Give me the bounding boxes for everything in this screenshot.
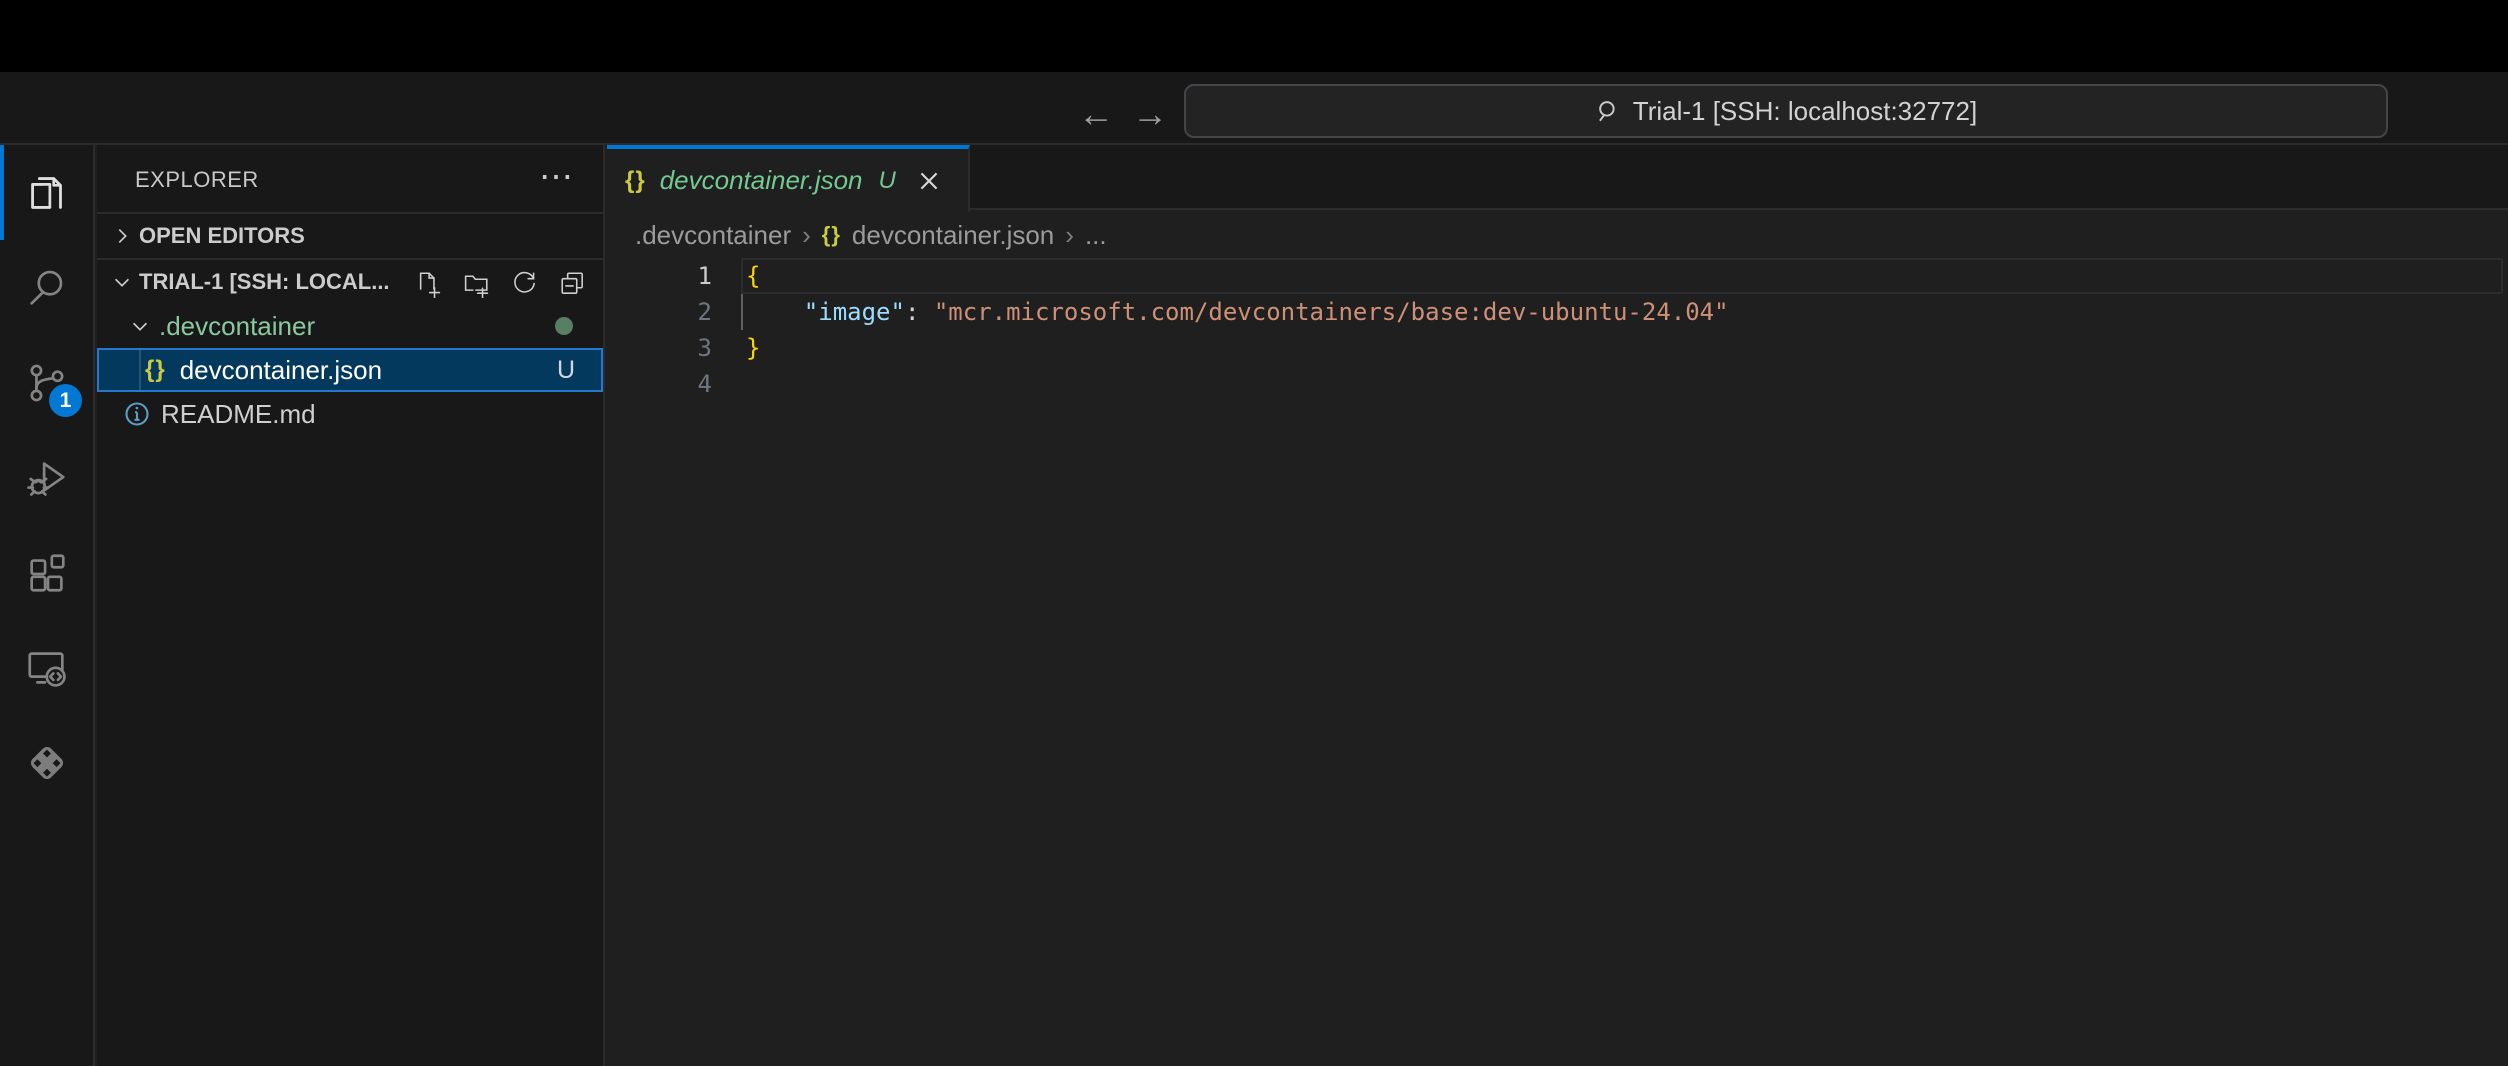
activity-item-extensions[interactable] (0, 525, 93, 620)
tree-indent-guide (139, 350, 141, 390)
line-number: 4 (607, 366, 712, 402)
menu-bar-strip (0, 0, 2508, 72)
command-center-search[interactable]: Trial-1 [SSH: localhost:32772] (1184, 84, 2388, 138)
title-bar: ← → Trial-1 [SSH: localhost:32772] (0, 72, 2508, 145)
activity-item-remote-explorer[interactable] (0, 620, 93, 715)
activity-item-search[interactable] (0, 240, 93, 335)
code-token (919, 298, 933, 326)
explorer-actions (414, 269, 587, 298)
tab-untracked-badge: U (879, 167, 896, 195)
file-label: README.md (161, 399, 316, 430)
remote-explorer-icon (24, 645, 70, 691)
indent-guide (741, 294, 743, 330)
collapse-all-icon[interactable] (558, 269, 587, 298)
file-tree: .devcontainer {} devcontainer.json U REA… (97, 304, 603, 436)
breadcrumb-separator: › (802, 220, 811, 251)
breadcrumb: .devcontainer › {} devcontainer.json › .… (607, 212, 2508, 258)
nav-forward-button[interactable]: → (1132, 86, 1168, 142)
tab-devcontainer-json[interactable]: {} devcontainer.json U (607, 145, 970, 212)
breadcrumb-folder[interactable]: .devcontainer (635, 220, 791, 251)
command-center-label: Trial-1 [SSH: localhost:32772] (1633, 96, 1977, 127)
readme-info-icon (123, 400, 151, 428)
git-untracked-dot (555, 317, 573, 335)
code-token: "image" (804, 298, 905, 326)
tree-item-devcontainer-folder[interactable]: .devcontainer (97, 304, 603, 348)
open-editors-label: OPEN EDITORS (139, 223, 305, 249)
folder-label: .devcontainer (159, 311, 315, 342)
tab-label: devcontainer.json (660, 165, 863, 196)
extensions-icon (24, 550, 70, 596)
source-control-badge: 1 (49, 384, 82, 417)
code-token: "mcr.microsoft.com/devcontainers/base:de… (934, 298, 1729, 326)
breadcrumb-separator: › (1065, 220, 1074, 251)
git-untracked-badge: U (557, 356, 575, 385)
activity-item-source-control[interactable]: 1 (0, 335, 93, 430)
chevron-down-icon (111, 271, 133, 293)
activity-item-extension-diamond[interactable] (0, 715, 93, 810)
line-number: 2 (607, 294, 712, 330)
refresh-icon[interactable] (510, 269, 539, 298)
file-label: devcontainer.json (180, 355, 382, 386)
search-icon (24, 265, 70, 311)
activity-item-explorer[interactable] (0, 145, 93, 240)
code-editor[interactable]: 1{2 "image": "mcr.microsoft.com/devconta… (607, 258, 2508, 1066)
breadcrumb-file[interactable]: devcontainer.json (852, 220, 1054, 251)
explorer-sidebar: EXPLORER ⋯ OPEN EDITORS TRIAL-1 [SSH: LO… (97, 145, 605, 1066)
chevron-down-icon (129, 315, 151, 337)
new-folder-icon[interactable] (462, 269, 491, 298)
line-number: 1 (607, 258, 712, 294)
chevron-right-icon (111, 225, 133, 247)
open-editors-section[interactable]: OPEN EDITORS (97, 212, 603, 258)
line-content: } (746, 330, 760, 366)
tree-item-readme[interactable]: README.md (97, 392, 603, 436)
search-icon (1595, 98, 1621, 124)
workspace-root-label: TRIAL-1 [SSH: LOCAL... (139, 269, 390, 295)
json-file-icon: {} (625, 167, 646, 195)
code-token (746, 298, 804, 326)
files-icon (24, 170, 70, 216)
workspace-root-section[interactable]: TRIAL-1 [SSH: LOCAL... (97, 258, 603, 304)
line-content: "image": "mcr.microsoft.com/devcontainer… (746, 294, 1729, 330)
code-line[interactable]: 2 "image": "mcr.microsoft.com/devcontain… (607, 294, 2508, 330)
close-icon[interactable] (916, 168, 942, 194)
tree-item-devcontainer-json[interactable]: {} devcontainer.json U (97, 348, 603, 392)
sidebar-title: EXPLORER (135, 167, 259, 193)
code-token: } (746, 334, 760, 362)
more-actions-icon[interactable]: ⋯ (539, 157, 573, 197)
activity-item-run-debug[interactable] (0, 430, 93, 525)
nav-back-button[interactable]: ← (1078, 86, 1114, 142)
code-token: : (905, 298, 919, 326)
activity-bar: 1 (0, 145, 95, 1066)
line-number: 3 (607, 330, 712, 366)
breadcrumb-symbol[interactable]: ... (1085, 220, 1107, 251)
sidebar-title-row: EXPLORER ⋯ (97, 145, 603, 212)
code-line[interactable]: 3} (607, 330, 2508, 366)
current-line-highlight (741, 258, 2503, 294)
diamond-extension-icon (24, 740, 70, 786)
json-file-icon: {} (822, 222, 841, 248)
code-line[interactable]: 4 (607, 366, 2508, 402)
editor-group: {} devcontainer.json U .devcontainer › {… (607, 145, 2508, 1066)
new-file-icon[interactable] (414, 269, 443, 298)
debug-icon (24, 455, 70, 501)
json-file-icon: {} (145, 356, 166, 384)
